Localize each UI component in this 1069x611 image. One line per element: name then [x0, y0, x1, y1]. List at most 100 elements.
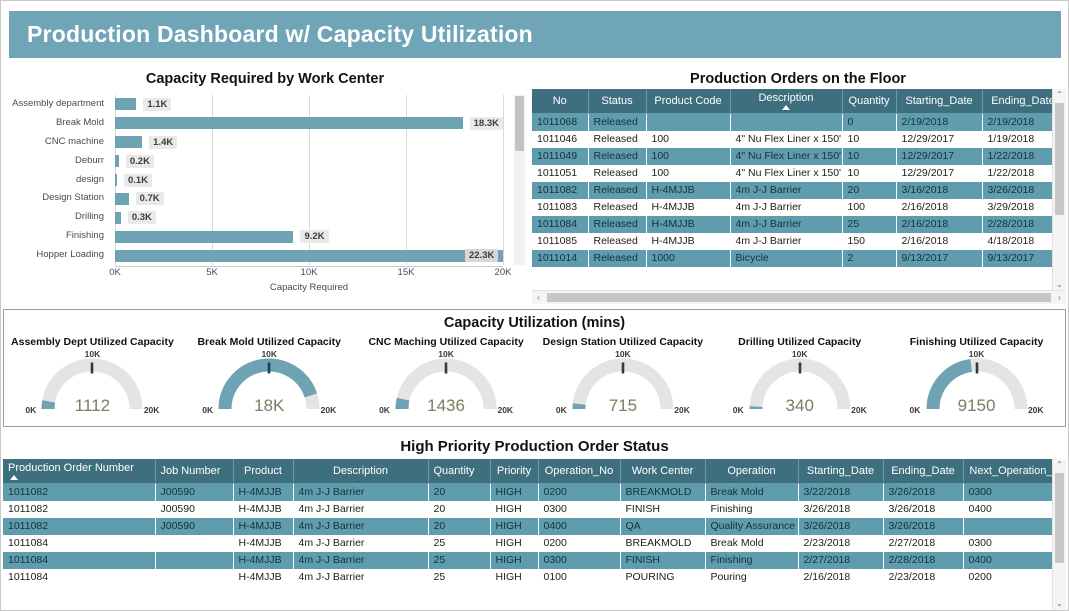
table-cell: 25	[428, 534, 490, 552]
column-header[interactable]: Ending_Date	[883, 459, 964, 484]
bar-chart-bar[interactable]	[115, 117, 463, 130]
table-row[interactable]: 1011082 J00590 H-4MJJB 4m J-J Barrier 20 HIGH…	[3, 500, 1066, 518]
table-cell: 0300	[963, 534, 1066, 552]
column-header[interactable]: Job Number	[155, 459, 234, 484]
table-row[interactable]: 1011068 Released 0 2/19/2018 2/19/2018	[532, 113, 1064, 131]
priority-vertical-scrollbar[interactable]: ⌃ ⌄	[1052, 459, 1066, 610]
gauge: Break Mold Utilized Capacity 10K 0K 20K 18K	[181, 336, 358, 417]
bar-chart-value-label: 9.2K	[300, 230, 329, 244]
column-header[interactable]: Product Code	[646, 89, 731, 114]
bar-chart-bar[interactable]	[115, 211, 121, 224]
column-header[interactable]: Priority	[490, 459, 539, 484]
column-header[interactable]: No	[532, 89, 589, 114]
table-row[interactable]: 1011084 Released H-4MJJB 4m J-J Barrier 25 2/…	[532, 215, 1064, 233]
table-cell: FINISH	[620, 551, 705, 569]
table-cell: 3/26/2018	[798, 517, 883, 535]
orders-horizontal-scrollbar[interactable]: ‹ ›	[532, 290, 1066, 304]
table-cell: Released	[588, 215, 646, 233]
bar-chart-scroll-thumb[interactable]	[515, 96, 524, 151]
bar-chart-gridline	[503, 95, 504, 265]
bar-chart-bar[interactable]	[115, 136, 143, 149]
column-header[interactable]: Status	[588, 89, 647, 114]
column-header[interactable]: Production Order Number	[3, 459, 156, 484]
bar-chart-category-label: design	[76, 173, 104, 185]
bar-chart-bar-row[interactable]: 0.7K	[115, 189, 503, 208]
bar-chart-bar-row[interactable]: 0.1K	[115, 171, 503, 190]
bar-chart-bar-row[interactable]: 18.3K	[115, 114, 503, 133]
priority-vscroll-thumb[interactable]	[1055, 473, 1064, 563]
table-cell: 1011051	[532, 164, 588, 182]
scroll-up-icon[interactable]: ⌃	[1053, 459, 1066, 471]
column-header[interactable]: Operation_No	[538, 459, 621, 484]
table-cell: H-4MJJB	[233, 500, 293, 518]
table-cell: 0300	[963, 483, 1066, 501]
gauge-title: Break Mold Utilized Capacity	[197, 336, 342, 348]
table-row[interactable]: 1011046 Released 100 4" Nu Flex Liner x 150…	[532, 130, 1064, 148]
bar-chart-bar-row[interactable]: 9.2K	[115, 227, 503, 246]
bar-chart-bar[interactable]	[115, 230, 294, 243]
table-cell: 0300	[538, 500, 620, 518]
table-cell: Released	[588, 198, 646, 216]
column-header[interactable]: Starting_Date	[896, 89, 983, 114]
bar-chart-bar-row[interactable]: 22.3K	[115, 246, 503, 265]
gauge-dial: 10K 0K 20K 340	[733, 349, 867, 417]
column-header[interactable]: Description	[293, 459, 429, 484]
bar-chart-bar-row[interactable]: 1.1K	[115, 95, 503, 114]
bar-chart-bar-row[interactable]: 0.3K	[115, 208, 503, 227]
column-header[interactable]: Description	[730, 89, 843, 114]
table-row[interactable]: 1011085 Released H-4MJJB 4m J-J Barrier 150 2…	[532, 232, 1064, 250]
gauge: CNC Maching Utilized Capacity 10K 0K 20K 143…	[358, 336, 535, 417]
table-row[interactable]: 1011051 Released 100 4" Nu Flex Liner x 150…	[532, 164, 1064, 182]
gauge-min-label: 0K	[379, 405, 390, 415]
scroll-up-icon[interactable]: ⌃	[1053, 89, 1066, 101]
capacity-utilization-panel: Capacity Utilization (mins) Assembly Dep…	[3, 309, 1066, 427]
table-row[interactable]: 1011084 H-4MJJB 4m J-J Barrier 25 HIGH 0300 FI…	[3, 551, 1066, 569]
orders-hscroll-thumb[interactable]	[547, 293, 1051, 302]
orders-vscroll-thumb[interactable]	[1055, 103, 1064, 215]
column-header[interactable]: Quantity	[428, 459, 491, 484]
orders-vertical-scrollbar[interactable]: ⌃ ⌄	[1052, 89, 1066, 291]
table-cell: 0400	[963, 551, 1066, 569]
column-header[interactable]: Quantity	[842, 89, 897, 114]
capacity-required-bar-chart: Assembly department Break Mold CNC machine…	[3, 91, 527, 305]
table-row[interactable]: 1011082 J00590 H-4MJJB 4m J-J Barrier 20 HIGH…	[3, 517, 1066, 535]
gauge-row: Assembly Dept Utilized Capacity 10K 0K 20K 1…	[4, 336, 1065, 417]
gauge-max-label: 20K	[1027, 405, 1044, 415]
column-header-label: Description	[332, 465, 389, 477]
table-row[interactable]: 1011082 Released H-4MJJB 4m J-J Barrier 20 3/…	[532, 181, 1064, 199]
scroll-right-icon[interactable]: ›	[1053, 291, 1066, 304]
column-header-label: Quantity	[433, 465, 475, 477]
column-header[interactable]: Work Center	[620, 459, 706, 484]
bar-chart-bar[interactable]	[115, 249, 503, 262]
table-row[interactable]: 1011084 H-4MJJB 4m J-J Barrier 25 HIGH 0100 PO…	[3, 568, 1066, 586]
bar-chart-vertical-scrollbar[interactable]	[514, 95, 525, 265]
table-cell: 4m J-J Barrier	[730, 181, 842, 199]
bar-chart-bar[interactable]	[115, 98, 137, 111]
bar-chart-bar-row[interactable]: 0.2K	[115, 152, 503, 171]
column-header[interactable]: Product	[233, 459, 294, 484]
bar-chart-bar[interactable]	[115, 192, 129, 205]
gauge-dial: 10K 0K 20K 1112	[25, 349, 159, 417]
bar-chart-value-label: 0.2K	[125, 154, 154, 168]
table-row[interactable]: 1011049 Released 100 4" Nu Flex Liner x 150…	[532, 147, 1064, 165]
column-header[interactable]: Operation	[705, 459, 799, 484]
scroll-down-icon[interactable]: ⌄	[1053, 598, 1066, 610]
table-cell: 12/29/2017	[896, 164, 982, 182]
bar-chart-title: Capacity Required by Work Center	[145, 71, 385, 87]
gauge-max-label: 20K	[320, 405, 337, 415]
table-cell: 4m J-J Barrier	[293, 500, 428, 518]
table-cell: 4m J-J Barrier	[293, 568, 428, 586]
table-row[interactable]: 1011083 Released H-4MJJB 4m J-J Barrier 100 2…	[532, 198, 1064, 216]
table-row[interactable]: 1011014 Released 1000 Bicycle 2 9/13/2017 9/13…	[532, 249, 1064, 267]
column-header[interactable]: Starting_Date	[798, 459, 884, 484]
bar-chart-bar-row[interactable]: 1.4K	[115, 133, 503, 152]
table-row[interactable]: 1011084 H-4MJJB 4m J-J Barrier 25 HIGH 0200 BR…	[3, 534, 1066, 552]
table-row[interactable]: 1011082 J00590 H-4MJJB 4m J-J Barrier 20 HIGH…	[3, 483, 1066, 501]
bar-chart-x-ticks: 0K 5K 10K 15K 20K	[109, 267, 511, 281]
column-header[interactable]: Next_Operation_No	[963, 459, 1066, 484]
bar-chart-bar[interactable]	[115, 174, 117, 186]
scroll-left-icon[interactable]: ‹	[532, 291, 545, 304]
sort-ascending-icon	[10, 475, 18, 480]
table-cell: 1011084	[3, 568, 155, 586]
bar-chart-bar[interactable]	[115, 155, 119, 168]
